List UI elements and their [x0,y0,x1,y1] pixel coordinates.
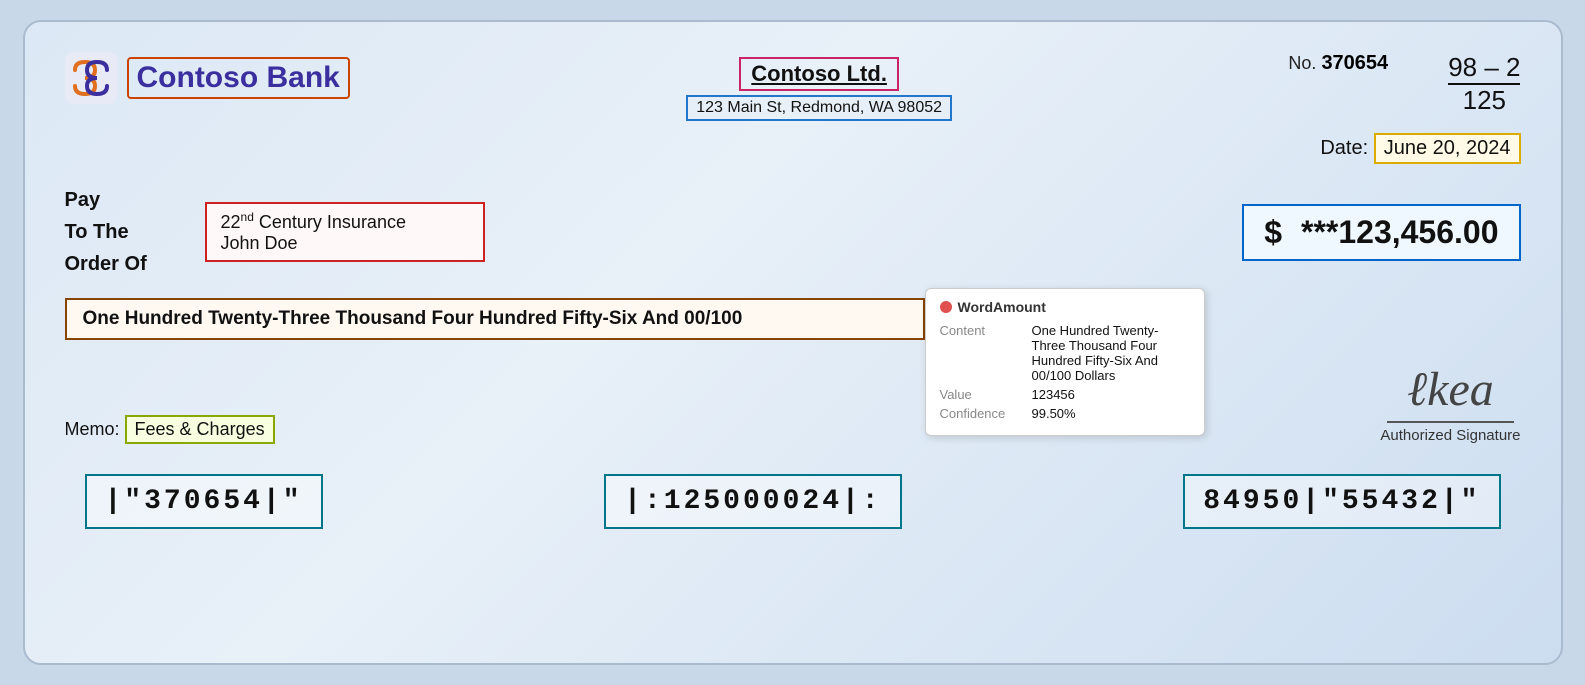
check-number-area: No. 370654 [1288,52,1388,75]
written-amount-row: One Hundred Twenty-Three Thousand Four H… [65,298,1521,340]
memo-label: Memo: [65,419,120,439]
micr-block-2: |:125000024|: [604,474,901,529]
date-value: June 20, 2024 [1374,133,1521,164]
memo-sig-row: Memo: Fees & Charges ℓkea Authorized Sig… [65,362,1521,444]
memo-value: Fees & Charges [125,415,275,444]
micr-check-text: 84950|"55432|" [1203,486,1480,517]
logo-area: Contoso Bank [65,52,350,104]
bank-name: Contoso Bank [127,57,350,99]
fraction-top: 98 – 2 [1448,52,1520,85]
signature-area: ℓkea Authorized Signature [1380,362,1520,444]
date-label: Date: [1320,137,1368,159]
payee-line1: 22nd Century Insurance [221,210,469,233]
center-address: Contoso Ltd. 123 Main St, Redmond, WA 98… [686,57,952,121]
tooltip-confidence-value: 99.50% [1032,406,1076,421]
check-document: Contoso Bank Contoso Ltd. 123 Main St, R… [23,20,1563,665]
micr-block-3: 84950|"55432|" [1183,474,1500,529]
check-number-value: 370654 [1321,52,1388,74]
micr-account-text: |:125000024|: [624,486,881,517]
tooltip-title: WordAmount [940,299,1190,315]
memo-area: Memo: Fees & Charges [65,415,275,444]
tooltip-confidence-row: Confidence 99.50% [940,406,1190,421]
tooltip-confidence-label: Confidence [940,406,1020,421]
payee-box: 22nd Century Insurance John Doe [205,202,485,262]
check-number-label: No. [1288,53,1316,73]
date-row: Date: June 20, 2024 [65,133,1521,164]
pay-label: Pay To The Order Of [65,184,185,280]
amount-box: $ ***123,456.00 [1242,204,1520,261]
word-amount-tooltip: WordAmount Content One Hundred Twenty-Th… [925,288,1205,436]
tooltip-title-text: WordAmount [958,299,1046,315]
pay-label-line3: Order Of [65,253,147,275]
check-fraction: 98 – 2 125 [1448,52,1520,116]
tooltip-content-label: Content [940,323,1020,383]
micr-block-1: |"370654|" [85,474,323,529]
micr-routing-text: |"370654|" [105,486,303,517]
micr-row: |"370654|" |:125000024|: 84950|"55432|" [65,474,1521,529]
company-name: Contoso Ltd. [739,57,899,91]
amount-dollar-symbol: $ [1264,214,1282,250]
signature-image: ℓkea [1387,362,1514,423]
authorized-signature-label: Authorized Signature [1380,427,1520,444]
pay-label-line2: To The [65,221,129,243]
tooltip-value-value: 123456 [1032,387,1075,402]
header-row: Contoso Bank Contoso Ltd. 123 Main St, R… [65,52,1521,121]
tooltip-value-label: Value [940,387,1020,402]
pay-section: Pay To The Order Of 22nd Century Insuran… [65,184,1521,280]
amount-value: ***123,456.00 [1301,214,1499,250]
payee-line2: John Doe [221,233,469,254]
bank-logo-icon [65,52,117,104]
top-right: No. 370654 98 – 2 125 [1288,52,1520,116]
fraction-bottom: 125 [1448,85,1520,116]
written-amount: One Hundred Twenty-Three Thousand Four H… [65,298,925,340]
tooltip-dot-icon [940,301,952,313]
pay-label-line1: Pay [65,189,101,211]
tooltip-content-value: One Hundred Twenty-Three Thousand Four H… [1032,323,1190,383]
tooltip-content-row: Content One Hundred Twenty-Three Thousan… [940,323,1190,383]
company-address: 123 Main St, Redmond, WA 98052 [686,95,952,121]
tooltip-value-row: Value 123456 [940,387,1190,402]
